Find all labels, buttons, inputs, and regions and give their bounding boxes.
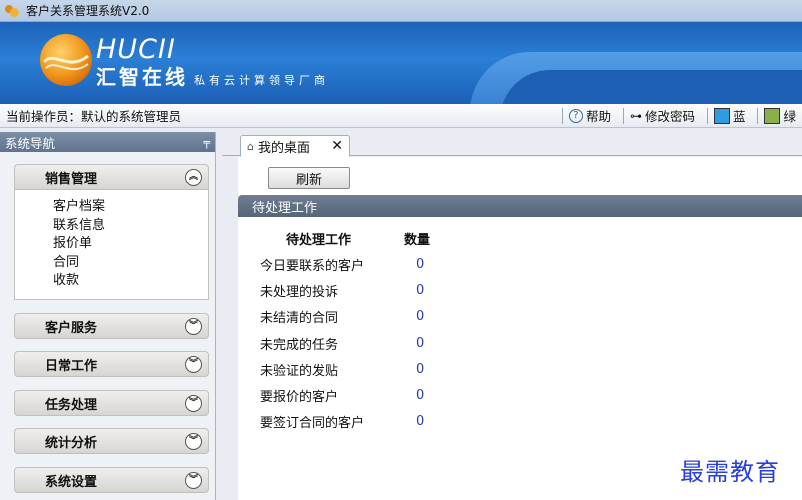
chevron-down-icon[interactable]: ︾ [185, 432, 202, 450]
nav-item-customer-files[interactable]: 客户档案 [53, 198, 208, 217]
nav-group-sales: 销售管理 ︽ 客户档案 联系信息 报价单 合同 收款 [14, 164, 209, 300]
watermark: 最需教育 [680, 458, 780, 486]
chevron-down-icon[interactable]: ︾ [185, 471, 202, 489]
people-icon [4, 3, 20, 19]
row-name: 要报价的客户 [260, 390, 339, 406]
row-name: 今日要联系的客户 [260, 258, 365, 274]
row-name: 要签订合同的客户 [260, 416, 365, 432]
nav-group-header-daily-work[interactable]: 日常工作 ︾ [14, 351, 209, 377]
table-row: 未验证的发贴 0 [260, 356, 560, 382]
current-operator: 当前操作员：默认的系统管理员 [6, 109, 182, 124]
row-count-link[interactable]: 0 [416, 336, 456, 351]
nav-group-header-statistics[interactable]: 统计分析 ︾ [14, 428, 209, 454]
nav-group-system-settings[interactable]: 系统设置 ︾ [14, 467, 209, 493]
nav-group-daily-work[interactable]: 日常工作 ︾ [14, 351, 209, 377]
row-count-link[interactable]: 0 [416, 257, 456, 272]
divider [706, 107, 708, 124]
nav-group-header-sales[interactable]: 销售管理 ︽ [14, 164, 209, 190]
main-panel: ⌂ 我的桌面 ✕ 刷新 待处理工作 待处理工作 数量 今日要联系的客户 0 未处… [222, 132, 802, 500]
nav-item-contract[interactable]: 合同 [53, 254, 208, 273]
chevron-up-icon[interactable]: ︽ [185, 168, 202, 186]
status-bar: 当前操作员：默认的系统管理员 ? 帮助 ⊶ 修改密码 蓝 绿 [0, 104, 802, 128]
nav-group-label: 客户服务 [45, 320, 98, 336]
header-banner: HUCII 汇智在线 私有云计算领导厂商 [0, 22, 802, 104]
tab-my-desktop[interactable]: ⌂ 我的桌面 ✕ [240, 135, 350, 157]
nav-group-customer-service[interactable]: 客户服务 ︾ [14, 313, 209, 339]
chevron-down-icon[interactable]: ︾ [185, 317, 202, 335]
sidebar: 系统导航 ╤ 销售管理 ︽ 客户档案 联系信息 报价单 合同 收款 客户服务 ︾… [0, 132, 216, 500]
tab-label: 我的桌面 [257, 140, 310, 156]
row-count-link[interactable]: 0 [416, 388, 456, 403]
nav-item-quote[interactable]: 报价单 [53, 235, 208, 254]
row-name: 未处理的投诉 [260, 284, 339, 300]
window-titlebar: 客户关系管理系统V2.0 [0, 0, 802, 22]
theme-green-button[interactable]: 绿 [764, 106, 796, 125]
nav-group-header-system-settings[interactable]: 系统设置 ︾ [14, 467, 209, 493]
nav-item-payment[interactable]: 收款 [53, 272, 208, 291]
chevron-down-icon[interactable]: ︾ [185, 394, 202, 412]
window-title: 客户关系管理系统V2.0 [26, 4, 150, 18]
row-count-link[interactable]: 0 [416, 414, 456, 429]
refresh-button[interactable]: 刷新 [268, 167, 350, 189]
row-count-link[interactable]: 0 [416, 309, 456, 324]
row-name: 未完成的任务 [260, 337, 339, 353]
nav-group-statistics[interactable]: 统计分析 ︾ [14, 428, 209, 454]
theme-blue-button[interactable]: 蓝 [713, 106, 746, 125]
pending-table: 待处理工作 数量 今日要联系的客户 0 未处理的投诉 0 未结清的合同 0 未完… [260, 225, 560, 435]
logo-chinese: 汇智在线 [96, 65, 188, 89]
slogan: 私有云计算领导厂商 [194, 74, 329, 87]
table-header: 待处理工作 数量 [260, 225, 560, 251]
theme-green-label: 绿 [783, 109, 796, 124]
nav-group-label: 统计分析 [45, 435, 98, 451]
pin-icon[interactable]: ╤ [203, 136, 210, 149]
table-row: 未处理的投诉 0 [260, 277, 560, 303]
table-row: 要签订合同的客户 0 [260, 409, 560, 435]
table-row: 今日要联系的客户 0 [260, 251, 560, 277]
table-row: 要报价的客户 0 [260, 382, 560, 408]
nav-group-body-sales: 客户档案 联系信息 报价单 合同 收款 [14, 190, 209, 300]
help-button[interactable]: ? 帮助 [568, 106, 611, 125]
help-label: 帮助 [585, 109, 611, 124]
sidebar-header: 系统导航 ╤ [0, 132, 215, 152]
row-name: 未结清的合同 [260, 311, 339, 327]
divider [561, 107, 563, 124]
nav-group-task-handling[interactable]: 任务处理 ︾ [14, 390, 209, 416]
nav-group-header-task-handling[interactable]: 任务处理 ︾ [14, 390, 209, 416]
nav-group-header-customer-service[interactable]: 客户服务 ︾ [14, 313, 209, 339]
table-row: 未完成的任务 0 [260, 330, 560, 356]
key-icon: ⊶ [629, 108, 642, 123]
divider [757, 107, 759, 124]
table-row: 未结清的合同 0 [260, 304, 560, 330]
green-swatch-icon [764, 107, 781, 124]
tab-strip: ⌂ 我的桌面 ✕ [222, 132, 802, 157]
row-count-link[interactable]: 0 [416, 283, 456, 298]
chevron-down-icon[interactable]: ︾ [185, 355, 202, 373]
column-header-count: 数量 [404, 232, 431, 248]
change-password-label: 修改密码 [644, 109, 695, 124]
row-name: 未验证的发贴 [260, 363, 339, 379]
theme-blue-label: 蓝 [732, 109, 746, 124]
sidebar-title: 系统导航 [5, 135, 56, 151]
nav-group-label: 系统设置 [45, 474, 98, 490]
pending-section-header: 待处理工作 [238, 195, 802, 217]
nav-group-label: 销售管理 [45, 171, 98, 187]
help-icon: ? [568, 108, 583, 123]
nav-group-label: 日常工作 [45, 358, 98, 374]
logo-english: HUCII [96, 34, 176, 65]
row-count-link[interactable]: 0 [416, 362, 456, 377]
nav-group-label: 任务处理 [45, 397, 98, 413]
desktop-icon: ⌂ [247, 139, 254, 153]
column-header-task: 待处理工作 [286, 232, 352, 248]
desktop-content: 刷新 待处理工作 待处理工作 数量 今日要联系的客户 0 未处理的投诉 0 未结… [238, 157, 802, 500]
change-password-button[interactable]: ⊶ 修改密码 [630, 106, 695, 125]
close-icon[interactable]: ✕ [331, 138, 343, 154]
blue-swatch-icon [713, 107, 730, 124]
nav-item-contact-info[interactable]: 联系信息 [53, 217, 208, 236]
divider [622, 107, 624, 124]
logo-icon [40, 34, 92, 86]
